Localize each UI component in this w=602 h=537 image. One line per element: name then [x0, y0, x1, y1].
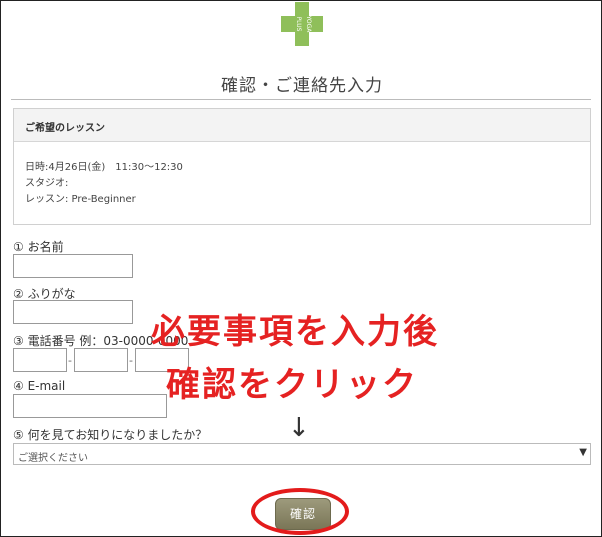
email-input[interactable] — [13, 394, 167, 418]
phone-input-area[interactable] — [13, 348, 67, 372]
phone-separator: - — [129, 354, 133, 367]
logo-text-2: PLUS — [295, 17, 302, 32]
phone-separator: - — [68, 354, 72, 367]
name-input[interactable] — [13, 254, 133, 278]
furigana-input[interactable] — [13, 300, 133, 324]
phone-input-exchange[interactable] — [74, 348, 128, 372]
source-label: ⑤ 何を見てお知りになりましたか？ — [13, 428, 208, 442]
page-title: 確認・ご連絡先入力 — [221, 76, 383, 96]
lesson-summary-panel: ご希望のレッスン 日時:4月26日(金) 11:30〜12:30 スタジオ: レ… — [13, 108, 591, 225]
page-frame: YOGA PLUS 確認・ご連絡先入力 ご希望のレッスン 日時:4月26日(金)… — [0, 0, 602, 537]
logo-text: YOGA — [305, 15, 312, 34]
yoga-plus-logo: YOGA PLUS — [281, 2, 323, 46]
lesson-studio: スタジオ: — [25, 178, 69, 189]
lesson-name: レッスン: Pre-Beginner — [25, 194, 136, 205]
lesson-date: 日時:4月26日(金) 11:30〜12:30 — [25, 162, 183, 173]
caret-down-icon: ▼ — [579, 447, 587, 458]
lesson-panel-heading: ご希望のレッスン — [14, 109, 590, 142]
source-select-value: ご選択ください — [18, 453, 88, 464]
lesson-details: 日時:4月26日(金) 11:30〜12:30 スタジオ: レッスン: Pre-… — [14, 142, 590, 208]
highlight-ring — [251, 488, 349, 535]
email-label: ④ E-mail — [13, 379, 66, 393]
name-label: ① お名前 — [13, 240, 64, 254]
title-divider — [11, 99, 591, 100]
down-arrow-icon: ↓ — [288, 413, 310, 443]
source-select[interactable]: ご選択ください ▼ — [13, 443, 591, 465]
instruction-line-2: 確認をクリック — [166, 365, 418, 405]
instruction-line-1: 必要事項を入力後 — [151, 312, 439, 352]
